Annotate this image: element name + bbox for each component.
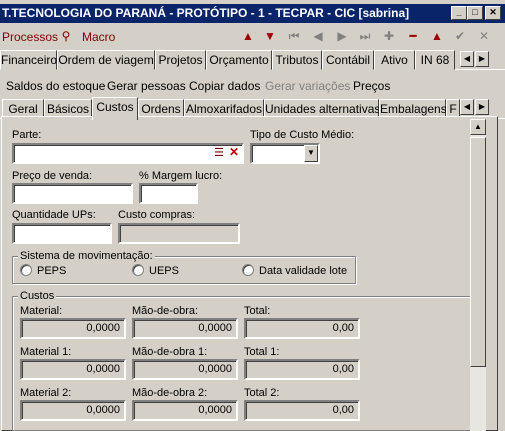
link-saldos-estoque[interactable]: Saldos do estoque [6, 79, 105, 93]
custo-compras-label: Custo compras: [118, 209, 196, 221]
margem-label: % Margem lucro: [139, 170, 223, 182]
search-icon[interactable]: ⚲ [59, 29, 73, 43]
preco-venda-label: Preço de venda: [12, 170, 93, 182]
maodeobra-label: Mão-de-obra: [132, 305, 199, 317]
vertical-scrollbar[interactable]: ▲ [470, 119, 486, 431]
subtabs-scroll-left-icon[interactable]: ◀ [460, 99, 474, 115]
total1-field: 0,00 [244, 359, 360, 380]
tab-ordem-de-viagem[interactable]: Ordem de viagem [57, 50, 155, 70]
tabs-scroll-left-icon[interactable]: ◀ [460, 51, 474, 67]
maodeobra1-label: Mão-de-obra 1: [132, 346, 208, 358]
up-icon[interactable]: ▲ [430, 29, 444, 43]
total1-label: Total 1: [244, 346, 280, 358]
menu-macro[interactable]: Macro [82, 30, 115, 44]
material-label: Material: [20, 305, 63, 317]
menu-row: Processos ⚲ Macro ▲ ▼ ⏮ ◀ ▶ ⏭ ✚ ━ ▲ ✔ ✕ [0, 27, 505, 47]
maodeobra2-field: 0,0000 [132, 400, 238, 421]
maodeobra2-label: Mão-de-obra 2: [132, 387, 208, 399]
radio-peps-label: PEPS [37, 265, 67, 277]
link-copiar-dados[interactable]: Copiar dados [189, 79, 260, 93]
maodeobra-field: 0,0000 [132, 318, 238, 339]
tab-projetos[interactable]: Projetos [155, 50, 206, 70]
radio-ueps[interactable] [132, 264, 144, 276]
total-field: 0,00 [244, 318, 360, 339]
custos-label: Custos [18, 290, 57, 302]
tab-contabil[interactable]: Contábil [322, 50, 374, 70]
radio-peps[interactable] [20, 264, 32, 276]
link-gerar-pessoas[interactable]: Gerar pessoas [107, 79, 186, 93]
first-record-icon[interactable]: ⏮ [287, 29, 301, 43]
tipo-custo-label: Tipo de Custo Médio: [250, 129, 355, 141]
main-window: T.TECNOLOGIA DO PARANÁ - PROTÓTIPO - 1 -… [0, 0, 505, 431]
last-record-icon[interactable]: ⏭ [358, 29, 372, 43]
subtabs-scroll-right-icon[interactable]: ▶ [475, 99, 489, 115]
title-bar: T.TECNOLOGIA DO PARANÁ - PROTÓTIPO - 1 -… [0, 4, 505, 23]
tab-financeiro[interactable]: Financeiro [0, 50, 57, 70]
custo-compras-field [118, 223, 240, 244]
radio-data-validade[interactable] [242, 264, 254, 276]
material2-label: Material 2: [20, 387, 72, 399]
preco-venda-input[interactable] [12, 183, 133, 204]
material1-field: 0,0000 [20, 359, 126, 380]
confirm-icon[interactable]: ✔ [453, 29, 467, 43]
action-link-row: Saldos do estoque Gerar pessoas Copiar d… [0, 79, 505, 97]
tab-custos[interactable]: Custos [92, 97, 138, 120]
move-down-icon[interactable]: ▼ [263, 29, 277, 43]
radio-ueps-label: UEPS [149, 265, 179, 277]
window-title: T.TECNOLOGIA DO PARANÁ - PROTÓTIPO - 1 -… [2, 6, 410, 20]
total2-label: Total 2: [244, 387, 280, 399]
list-icon[interactable]: ☰ [214, 146, 224, 159]
prev-record-icon[interactable]: ◀ [311, 29, 325, 43]
link-precos[interactable]: Preços [353, 79, 390, 93]
radio-data-validade-label: Data validade lote [259, 265, 348, 277]
clear-icon[interactable]: ✕ [229, 145, 239, 159]
material1-label: Material 1: [20, 346, 72, 358]
minimize-button[interactable]: _ [451, 6, 467, 20]
tab-ativo[interactable]: Ativo [374, 50, 415, 70]
quantidade-input[interactable] [12, 223, 112, 244]
add-icon[interactable]: ✚ [382, 29, 396, 43]
chevron-down-icon[interactable]: ▼ [304, 145, 318, 162]
parte-label: Parte: [12, 129, 42, 141]
total-label: Total: [244, 305, 271, 317]
cancel-icon[interactable]: ✕ [477, 29, 491, 43]
scroll-up-icon[interactable]: ▲ [470, 119, 486, 135]
delete-icon[interactable]: ━ [406, 29, 420, 43]
move-up-icon[interactable]: ▲ [241, 29, 255, 43]
close-button[interactable]: ✕ [485, 6, 501, 20]
quantidade-label: Quantidade UPs: [12, 209, 96, 221]
scroll-thumb[interactable] [470, 137, 486, 367]
tab-orcamento[interactable]: Orçamento [206, 50, 272, 70]
maodeobra1-field: 0,0000 [132, 359, 238, 380]
material-field: 0,0000 [20, 318, 126, 339]
material2-field: 0,0000 [20, 400, 126, 421]
top-tab-bar: Financeiro Ordem de viagem Projetos Orça… [0, 50, 505, 70]
next-record-icon[interactable]: ▶ [335, 29, 349, 43]
menu-processos[interactable]: Processos [2, 30, 58, 44]
total2-field: 0,00 [244, 400, 360, 421]
link-gerar-variacoes: Gerar variações [265, 79, 351, 93]
margem-input[interactable] [139, 183, 198, 204]
sistema-label: Sistema de movimentação: [18, 250, 155, 262]
tab-tributos[interactable]: Tributos [272, 50, 322, 70]
maximize-button[interactable]: □ [467, 6, 483, 20]
tabs-scroll-right-icon[interactable]: ▶ [475, 51, 489, 67]
parte-input[interactable] [12, 143, 244, 164]
tab-in68[interactable]: IN 68 [415, 50, 455, 70]
